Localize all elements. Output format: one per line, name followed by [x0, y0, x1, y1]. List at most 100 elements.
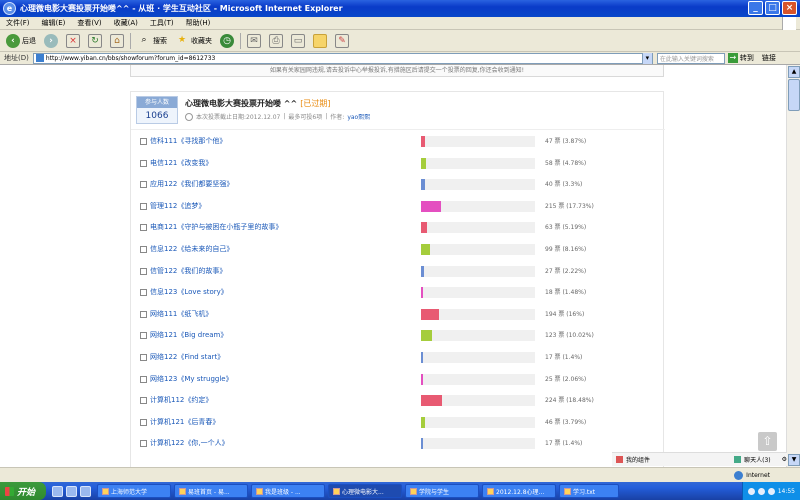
address-dropdown-icon[interactable]: ▾	[641, 52, 652, 64]
vote-bar-track	[421, 243, 535, 255]
option-checkbox[interactable]	[140, 202, 147, 210]
option-checkbox[interactable]	[140, 138, 147, 145]
option-name[interactable]: 电商121《守护与被困在小瓶子里的故事》	[150, 222, 282, 232]
option-checkbox[interactable]	[140, 310, 147, 318]
menu-view[interactable]: 查看(V)	[77, 18, 101, 28]
task-button[interactable]: 学院与学生	[405, 484, 479, 498]
menu-file[interactable]: 文件(F)	[6, 18, 30, 28]
vote-count: 63 票 (5.19%)	[545, 224, 587, 232]
poll-status: [已过期]	[300, 99, 331, 108]
option-name[interactable]: 网络123《My struggle》	[150, 374, 233, 384]
mail-button[interactable]: ✉	[245, 32, 263, 50]
chat-link[interactable]: 聊天人(3)	[744, 455, 771, 464]
links-button[interactable]: 链接	[762, 53, 776, 63]
scroll-down-button[interactable]: ▼	[788, 454, 800, 466]
stop-icon: ×	[66, 33, 80, 48]
task-button[interactable]: 2012.12.8心理...	[482, 484, 556, 498]
vertical-scrollbar[interactable]: ▲ ▼	[786, 65, 800, 467]
option-checkbox[interactable]	[140, 267, 147, 275]
tray-icon[interactable]	[747, 487, 755, 495]
option-checkbox[interactable]	[140, 224, 147, 232]
vote-bar-track	[421, 287, 535, 299]
task-button[interactable]: 我是班级 - ...	[251, 484, 325, 498]
option-checkbox[interactable]	[140, 397, 147, 405]
settings-icon[interactable]: ⚙	[782, 456, 787, 463]
poll-option-row: 管理112《追梦》 215 票 (17.73%)	[131, 196, 665, 218]
option-name[interactable]: 网络122《Find start》	[150, 352, 224, 362]
option-checkbox[interactable]	[140, 375, 147, 383]
back-to-top-button[interactable]: ⇧	[758, 432, 777, 451]
back-arrow-icon: ‹	[6, 33, 20, 48]
option-checkbox[interactable]	[140, 440, 147, 448]
vote-count: 40 票 (3.3%)	[545, 181, 583, 189]
back-button[interactable]: ‹ 后退	[4, 32, 38, 50]
favorites-button[interactable]: ★ 收藏夹	[173, 32, 214, 50]
address-input[interactable]: http://www.yiban.cn/bbs/showforum?forum_…	[32, 52, 653, 64]
option-name[interactable]: 应用122《我们都要坚强》	[150, 179, 233, 189]
start-button[interactable]: 开始	[0, 482, 46, 500]
task-button[interactable]: 易班首页 - 易...	[174, 484, 248, 498]
menu-tools[interactable]: 工具(T)	[150, 18, 174, 28]
task-button[interactable]: 上海师范大学	[97, 484, 171, 498]
poll-option-row: 信科111《寻找那个他》 47 票 (3.87%)	[131, 131, 665, 153]
tray-icon[interactable]	[767, 487, 775, 495]
quick-launch-ie-icon[interactable]	[52, 485, 63, 497]
folder-button[interactable]	[311, 32, 329, 50]
option-name[interactable]: 信息122《给未来的自己》	[150, 244, 233, 254]
task-button-active[interactable]: 心理微电影大...	[328, 484, 402, 498]
option-name[interactable]: 网络121《Big dream》	[150, 330, 227, 340]
window-titlebar[interactable]: e 心理微电影大赛投票开始喽^^ - 从班 · 学生互动社区 - Microso…	[0, 0, 800, 17]
option-name[interactable]: 信科111《寻找那个他》	[150, 136, 226, 146]
tool-button[interactable]: ✎	[333, 32, 351, 50]
option-name[interactable]: 管理112《追梦》	[150, 201, 205, 211]
option-name[interactable]: 信管122《我们的故事》	[150, 266, 226, 276]
option-name[interactable]: 计算机112《约定》	[150, 395, 212, 405]
print-button[interactable]: ⎙	[267, 32, 285, 50]
scroll-thumb[interactable]	[788, 79, 800, 111]
option-name[interactable]: 信息123《Love story》	[150, 287, 228, 297]
option-checkbox[interactable]	[140, 159, 147, 167]
menu-edit[interactable]: 编辑(E)	[42, 18, 66, 28]
my-widgets-link[interactable]: 我的组件	[626, 455, 650, 464]
menu-help[interactable]: 帮助(H)	[186, 18, 211, 28]
task-button[interactable]: 学习.txt	[559, 484, 619, 498]
option-name[interactable]: 计算机121《后青春》	[150, 417, 219, 427]
address-label: 地址(D)	[4, 54, 29, 62]
vote-bar-fill	[421, 373, 423, 385]
toolbar-search-input[interactable]: 在此输入关键词搜索	[656, 52, 725, 64]
vote-bar-fill	[421, 136, 425, 147]
history-button[interactable]: ◷	[218, 32, 236, 50]
option-checkbox[interactable]	[140, 181, 147, 189]
tray-icon[interactable]	[757, 487, 765, 495]
app-icon	[410, 487, 417, 495]
option-checkbox[interactable]	[140, 245, 147, 253]
option-name[interactable]: 计算机122《你,一个人》	[150, 438, 229, 448]
option-name[interactable]: 网络111《纸飞机》	[150, 309, 212, 319]
author-link[interactable]: yao熙熙	[347, 112, 370, 121]
option-checkbox[interactable]	[140, 289, 147, 297]
quick-launch-media-icon[interactable]	[80, 485, 91, 497]
quick-launch-desktop-icon[interactable]	[66, 485, 77, 497]
vote-bar-track	[421, 416, 535, 428]
menu-favorites[interactable]: 收藏(A)	[114, 18, 138, 28]
minimize-button[interactable]: _	[748, 1, 763, 15]
option-checkbox[interactable]	[140, 353, 147, 361]
stop-button[interactable]: ×	[64, 32, 82, 50]
home-button[interactable]: ⌂	[108, 32, 126, 50]
poll-max: 最多可投6项	[288, 114, 323, 121]
refresh-button[interactable]: ↻	[86, 32, 104, 50]
close-button[interactable]: ×	[782, 1, 797, 15]
forward-button[interactable]: ›	[42, 32, 60, 50]
scroll-up-button[interactable]: ▲	[788, 66, 800, 78]
app-icon	[179, 487, 186, 495]
edit-button[interactable]: ▭	[289, 32, 307, 50]
vote-bar-fill	[421, 308, 439, 320]
vote-bar-track	[421, 395, 535, 407]
vote-count: 215 票 (17.73%)	[545, 202, 594, 210]
option-checkbox[interactable]	[140, 418, 147, 426]
maximize-button[interactable]: □	[765, 1, 780, 15]
option-name[interactable]: 电信121《改变我》	[150, 158, 212, 168]
go-button[interactable]: → 转到	[727, 53, 754, 63]
option-checkbox[interactable]	[140, 332, 147, 340]
search-button[interactable]: ⌕ 搜索	[135, 32, 169, 50]
